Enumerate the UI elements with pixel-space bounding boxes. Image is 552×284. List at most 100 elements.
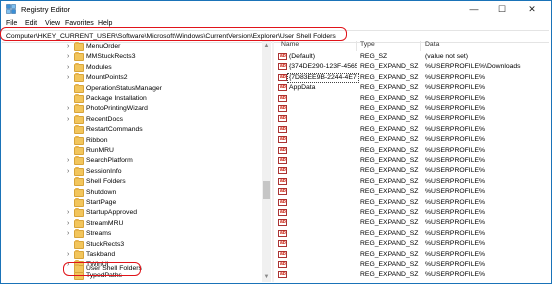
chevron-right-icon[interactable]: › [67,209,69,216]
window-title: Registry Editor [21,5,71,14]
tree-item[interactable]: › MMStuckRects3 [0,52,262,62]
values-list: Name Type Data ab (Default) REG_SZ (value n… [274,41,550,282]
chevron-right-icon[interactable]: › [67,157,69,164]
tree-item[interactable]: RunMRU [0,146,262,156]
column-header-type[interactable]: Type [360,41,375,51]
value-type: REG_EXPAND_SZ [360,136,419,144]
reg-value-icon: ab [278,219,287,227]
value-type: REG_EXPAND_SZ [360,250,419,258]
tree-scrollbar[interactable] [262,41,271,282]
tree-item[interactable]: RestartCommands [0,125,262,135]
value-data: %USERPROFILE% [425,271,486,279]
value-type: REG_EXPAND_SZ [360,198,419,206]
table-row[interactable]: ab{7D83EE9B-2244-4E70-...REG_EXPAND_SZ%U… [274,72,550,83]
maximize-button[interactable]: ☐ [491,1,513,18]
title-bar[interactable]: Registry Editor — ☐ ✕ [1,1,551,18]
folder-icon [74,156,84,166]
table-row[interactable]: abREG_EXPAND_SZ%USERPROFILE% [274,94,550,104]
minimize-button[interactable]: — [463,1,485,18]
chevron-right-icon[interactable]: › [67,105,69,112]
table-row[interactable]: abREG_EXPAND_SZ%USERPROFILE% [274,125,550,135]
value-data: %USERPROFILE% [425,198,486,206]
table-row[interactable]: abREG_EXPAND_SZ%USERPROFILE% [274,156,550,166]
value-data: %USERPROFILE% [425,250,486,258]
value-type: REG_EXPAND_SZ [360,167,419,175]
value-data: %USERPROFILE% [425,261,486,268]
column-header-data[interactable]: Data [425,41,439,51]
menu-help[interactable]: Help [98,20,112,27]
table-row[interactable]: abREG_EXPAND_SZ%USERPROFILE% [274,208,550,218]
value-data: %USERPROFILE% [425,229,486,237]
column-separator[interactable] [356,41,357,51]
reg-value-icon: ab [278,229,287,237]
tree-item[interactable]: Shell Folders [0,177,262,187]
table-row[interactable]: ab AppData REG_EXPAND_SZ %USERPROFILE% [274,83,550,93]
chevron-right-icon[interactable]: › [67,230,69,237]
value-data: %USERPROFILE% [425,177,486,185]
tree-item[interactable]: › RecentDocs [0,114,262,125]
tree-item[interactable]: › SessionInfo [0,166,262,177]
tree-item[interactable]: › Taskband [0,250,262,260]
tree-scrollbar-thumb[interactable] [263,181,270,199]
table-row[interactable]: ab{374DE290-123F-4565-...REG_EXPAND_SZ %U… [274,62,550,72]
table-row[interactable]: abREG_EXPAND_SZ%USERPROFILE% [274,187,550,197]
tree-item[interactable]: › Modules [0,62,262,73]
folder-icon [74,135,84,145]
table-row[interactable]: abREG_EXPAND_SZ%USERPROFILE% [274,229,550,239]
reg-value-icon: ab [278,84,287,92]
menu-view[interactable]: View [45,20,60,27]
tree-item[interactable]: › MenuOrder [0,42,262,52]
column-separator[interactable] [420,41,421,51]
table-row[interactable]: abREG_EXPAND_SZ%USERPROFILE% [274,281,550,282]
menu-edit[interactable]: Edit [25,20,37,27]
table-row[interactable]: abREG_EXPAND_SZ%USERPROFILE% [274,198,550,208]
tree-item[interactable]: › MountPoints2 [0,73,262,83]
chevron-right-icon[interactable]: › [67,251,69,258]
close-button[interactable]: ✕ [521,1,543,18]
tree-item[interactable]: › StreamMRU [0,218,262,229]
tree-item[interactable]: › PhotoPrintingWizard [0,104,262,114]
chevron-right-icon[interactable]: › [67,43,69,50]
column-header-name[interactable]: Name [281,41,299,51]
menu-file[interactable]: File [6,20,17,27]
folder-icon [74,62,84,72]
tree-item[interactable]: OperationStatusManager [0,83,262,94]
chevron-right-icon[interactable]: › [67,220,69,227]
table-row[interactable]: abREG_EXPAND_SZ%USERPROFILE% [274,260,550,270]
scroll-up-icon[interactable]: ▲ [262,43,271,49]
table-row[interactable]: abREG_EXPAND_SZ%USERPROFILE% [274,250,550,260]
table-row[interactable]: abREG_EXPAND_SZ%USERPROFILE% [274,114,550,124]
tree-item[interactable]: StuckRects3 [0,239,262,250]
chevron-right-icon[interactable]: › [67,168,69,175]
table-row[interactable]: abREG_EXPAND_SZ%USERPROFILE% [274,146,550,156]
tree-item[interactable]: Shutdown [0,187,262,198]
scroll-down-icon[interactable]: ▼ [262,274,271,280]
folder-icon [74,83,84,93]
tree-item[interactable]: Package Installation [0,94,262,104]
reg-value-icon: ab [278,240,287,248]
folder-icon [74,218,84,228]
value-type: REG_SZ [360,53,388,60]
folder-icon [74,42,84,51]
chevron-right-icon[interactable]: › [67,64,69,71]
chevron-right-icon[interactable]: › [67,74,69,81]
tree-item[interactable]: Ribbon [0,135,262,146]
table-row[interactable]: abREG_EXPAND_SZ%USERPROFILE% [274,218,550,228]
table-row[interactable]: abREG_EXPAND_SZ%USERPROFILE% [274,177,550,187]
table-row[interactable]: abREG_EXPAND_SZ%USERPROFILE% [274,104,550,114]
table-row[interactable]: abREG_EXPAND_SZ%USERPROFILE% [274,166,550,176]
table-row[interactable]: abREG_EXPAND_SZ%USERPROFILE% [274,270,550,280]
folder-icon [74,166,84,176]
table-row[interactable]: ab (Default) REG_SZ (value not set) [274,52,550,62]
chevron-right-icon[interactable]: › [67,116,69,123]
tree-item[interactable]: › StartupApproved [0,208,262,218]
tree-item[interactable]: › Streams [0,229,262,239]
value-type: REG_EXPAND_SZ [360,261,419,268]
table-row[interactable]: abREG_EXPAND_SZ%USERPROFILE% [274,135,550,145]
tree-item[interactable]: › SearchPlatform [0,156,262,166]
chevron-right-icon[interactable]: › [67,53,69,60]
tree-item[interactable]: StartPage [0,198,262,208]
menu-favorites[interactable]: Favorites [65,20,94,27]
table-row[interactable]: abREG_EXPAND_SZ%USERPROFILE% [274,239,550,249]
registry-editor-icon [6,4,16,14]
